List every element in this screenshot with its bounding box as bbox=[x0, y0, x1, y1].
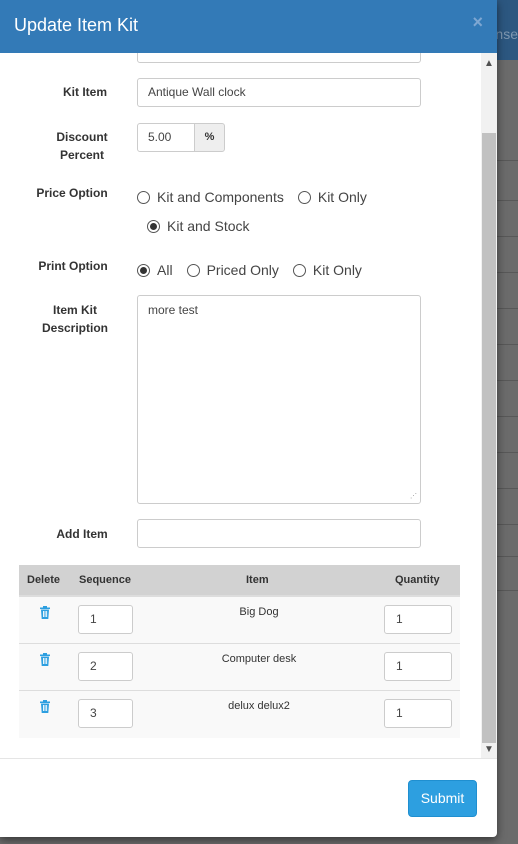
item-name: Computer desk bbox=[221, 653, 297, 665]
radio-label-kit-and-components: Kit and Components bbox=[157, 189, 284, 205]
sequence-input[interactable]: 1 bbox=[78, 605, 133, 634]
background-divider bbox=[497, 272, 518, 273]
modal-body: Kit Item Antique Wall clock Discount Per… bbox=[0, 53, 497, 758]
background-divider bbox=[497, 236, 518, 237]
discount-label-line2: Percent bbox=[59, 148, 105, 162]
modal-header: Update Item Kit × bbox=[0, 0, 497, 53]
radio-label-all: All bbox=[157, 262, 173, 278]
background-divider bbox=[497, 380, 518, 381]
header-item: Item bbox=[246, 574, 269, 586]
partial-input[interactable] bbox=[137, 53, 421, 63]
table-header: Delete Sequence Item Quantity bbox=[19, 565, 460, 597]
radio-label-priced-only: Priced Only bbox=[206, 262, 279, 278]
description-label-line1: Item Kit bbox=[52, 303, 97, 317]
add-item-label: Add Item bbox=[56, 527, 108, 541]
background-divider bbox=[497, 590, 518, 591]
description-text: more test bbox=[148, 303, 199, 317]
price-option-row-1: Kit and Components Kit Only bbox=[137, 189, 381, 205]
background-divider bbox=[497, 488, 518, 489]
description-label-line2: Description bbox=[41, 321, 108, 335]
submit-button[interactable]: Submit bbox=[408, 780, 477, 817]
trash-icon[interactable] bbox=[39, 700, 51, 713]
scrollbar-thumb[interactable] bbox=[482, 133, 496, 743]
update-item-kit-modal: Update Item Kit × Kit Item Antique Wall … bbox=[0, 0, 497, 837]
modal-scrollbar[interactable]: ▲ ▼ bbox=[481, 53, 497, 758]
modal-title: Update Item Kit bbox=[14, 15, 139, 35]
trash-icon[interactable] bbox=[39, 653, 51, 666]
radio-kit-only-print[interactable] bbox=[292, 263, 306, 277]
trash-icon[interactable] bbox=[39, 606, 51, 619]
price-option-label: Price Option bbox=[36, 186, 108, 200]
print-option-row: All Priced Only Kit Only bbox=[137, 262, 376, 278]
close-icon[interactable]: × bbox=[472, 13, 483, 31]
discount-percent-label: Discount Percent bbox=[42, 128, 122, 164]
price-option-row-2: Kit and Stock bbox=[147, 218, 264, 234]
item-name: delux delux2 bbox=[228, 700, 290, 712]
radio-kit-and-components[interactable] bbox=[137, 190, 150, 204]
table-row: 3 delux delux2 1 bbox=[19, 691, 460, 738]
background-divider bbox=[497, 160, 518, 161]
quantity-input[interactable]: 1 bbox=[384, 699, 452, 728]
modal-footer: Submit bbox=[0, 758, 497, 837]
header-quantity: Quantity bbox=[395, 574, 440, 586]
chevron-down-icon[interactable]: ▼ bbox=[481, 742, 497, 758]
table-row: 1 Big Dog 1 bbox=[19, 597, 460, 644]
table-row: 2 Computer desk 1 bbox=[19, 644, 460, 691]
background-header-text: nse bbox=[495, 26, 518, 42]
kit-item-label: Kit Item bbox=[62, 85, 107, 99]
resize-handle-icon[interactable]: ⋰ bbox=[410, 493, 418, 501]
radio-kit-and-stock[interactable] bbox=[147, 219, 160, 233]
discount-input[interactable]: 5.00 bbox=[137, 123, 195, 152]
background-divider bbox=[497, 200, 518, 201]
description-textarea[interactable]: more test ⋰ bbox=[137, 295, 421, 504]
background-divider bbox=[497, 452, 518, 453]
sequence-input[interactable]: 2 bbox=[78, 652, 133, 681]
item-name: Big Dog bbox=[239, 606, 279, 618]
chevron-up-icon[interactable]: ▲ bbox=[481, 56, 497, 72]
radio-label-kit-and-stock: Kit and Stock bbox=[167, 218, 250, 234]
radio-priced-only[interactable] bbox=[186, 263, 200, 277]
radio-label-kit-only-price: Kit Only bbox=[317, 189, 367, 205]
radio-all[interactable] bbox=[137, 263, 150, 277]
header-delete: Delete bbox=[27, 574, 61, 586]
percent-addon: % bbox=[194, 123, 225, 152]
sequence-input[interactable]: 3 bbox=[78, 699, 133, 728]
print-option-label: Print Option bbox=[38, 259, 108, 273]
kit-items-table: Delete Sequence Item Quantity 1 Big Dog … bbox=[19, 565, 460, 738]
radio-kit-only-price[interactable] bbox=[297, 190, 311, 204]
radio-label-kit-only-print: Kit Only bbox=[312, 262, 362, 278]
kit-item-input[interactable]: Antique Wall clock bbox=[137, 78, 421, 107]
quantity-input[interactable]: 1 bbox=[384, 605, 452, 634]
background-divider bbox=[497, 344, 518, 345]
item-kit-description-label: Item Kit Description bbox=[35, 301, 115, 337]
quantity-input[interactable]: 1 bbox=[384, 652, 452, 681]
header-sequence: Sequence bbox=[79, 574, 131, 586]
form-scroll-content: Kit Item Antique Wall clock Discount Per… bbox=[0, 53, 481, 758]
background-divider bbox=[497, 416, 518, 417]
background-divider bbox=[497, 308, 518, 309]
background-divider bbox=[497, 556, 518, 557]
background-divider bbox=[497, 524, 518, 525]
add-item-input[interactable] bbox=[137, 519, 421, 548]
discount-label-line1: Discount bbox=[56, 130, 108, 144]
